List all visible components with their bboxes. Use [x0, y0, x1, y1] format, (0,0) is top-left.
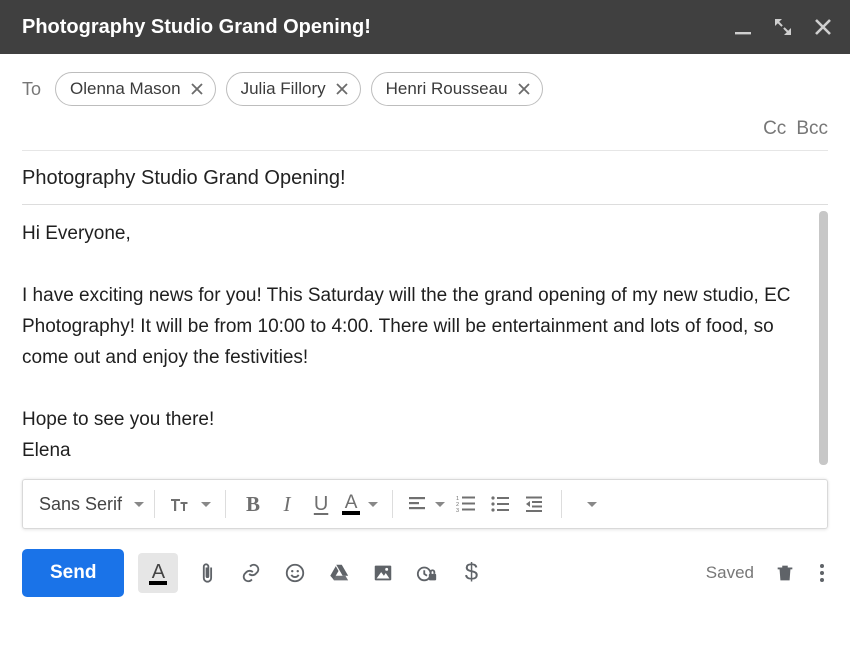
header-window-controls — [734, 18, 832, 36]
fullscreen-icon[interactable] — [774, 18, 792, 36]
to-label: To — [22, 79, 41, 100]
to-row: To Olenna Mason Julia Fillory Henri Rous… — [0, 54, 850, 112]
minimize-icon[interactable] — [734, 18, 752, 36]
cc-button[interactable]: Cc — [763, 118, 786, 140]
font-size-button[interactable] — [165, 487, 215, 521]
recipient-name: Julia Fillory — [241, 79, 326, 99]
email-body[interactable]: Hi Everyone, I have exciting news for yo… — [22, 205, 828, 467]
chevron-down-icon — [134, 502, 144, 507]
body-area: Hi Everyone, I have exciting news for yo… — [22, 205, 828, 473]
chevron-down-icon — [368, 502, 378, 507]
italic-button[interactable]: I — [270, 487, 304, 521]
recipient-name: Olenna Mason — [70, 79, 181, 99]
chevron-down-icon — [435, 502, 445, 507]
subject-field[interactable]: Photography Studio Grand Opening! — [0, 151, 850, 204]
chevron-down-icon — [587, 502, 597, 507]
bulleted-list-button[interactable] — [483, 487, 517, 521]
formatting-toolbar: Sans Serif B I U A 1 2 3 — [22, 479, 828, 529]
underline-button[interactable]: U — [304, 487, 338, 521]
separator — [561, 490, 562, 518]
separator — [392, 490, 393, 518]
cc-bcc-row: Cc Bcc — [0, 112, 850, 150]
indent-less-button[interactable] — [517, 487, 551, 521]
recipient-chip[interactable]: Olenna Mason — [55, 72, 216, 106]
insert-link-icon[interactable] — [236, 558, 266, 588]
money-icon[interactable]: $ — [456, 558, 486, 588]
remove-recipient-icon[interactable] — [516, 81, 532, 97]
compose-header: Photography Studio Grand Opening! — [0, 0, 850, 54]
discard-draft-icon[interactable] — [770, 558, 800, 588]
recipient-chip[interactable]: Julia Fillory — [226, 72, 361, 106]
toggle-formatting-button[interactable]: A — [138, 553, 178, 593]
more-formatting-button[interactable] — [572, 487, 606, 521]
bold-button[interactable]: B — [236, 487, 270, 521]
scrollbar-thumb[interactable] — [819, 211, 828, 465]
remove-recipient-icon[interactable] — [334, 81, 350, 97]
font-name-label: Sans Serif — [39, 494, 128, 515]
insert-photo-icon[interactable] — [368, 558, 398, 588]
attach-file-icon[interactable] — [192, 558, 222, 588]
separator — [154, 490, 155, 518]
insert-emoji-icon[interactable] — [280, 558, 310, 588]
send-button[interactable]: Send — [22, 549, 124, 597]
insert-drive-icon[interactable] — [324, 558, 354, 588]
recipient-chip[interactable]: Henri Rousseau — [371, 72, 543, 106]
chevron-down-icon — [201, 502, 211, 507]
recipient-name: Henri Rousseau — [386, 79, 508, 99]
separator — [225, 490, 226, 518]
compose-title: Photography Studio Grand Opening! — [22, 16, 734, 39]
close-icon[interactable] — [814, 18, 832, 36]
saved-status: Saved — [706, 563, 754, 583]
more-options-icon[interactable] — [816, 560, 828, 586]
text-color-button[interactable]: A — [338, 487, 382, 521]
align-button[interactable] — [403, 487, 449, 521]
bcc-button[interactable]: Bcc — [796, 118, 828, 140]
numbered-list-button[interactable]: 1 2 3 — [449, 487, 483, 521]
svg-text:3: 3 — [456, 508, 459, 514]
confidential-mode-icon[interactable] — [412, 558, 442, 588]
font-family-select[interactable]: Sans Serif — [31, 480, 152, 528]
remove-recipient-icon[interactable] — [189, 81, 205, 97]
bottom-action-bar: Send A $ Saved — [0, 529, 850, 597]
